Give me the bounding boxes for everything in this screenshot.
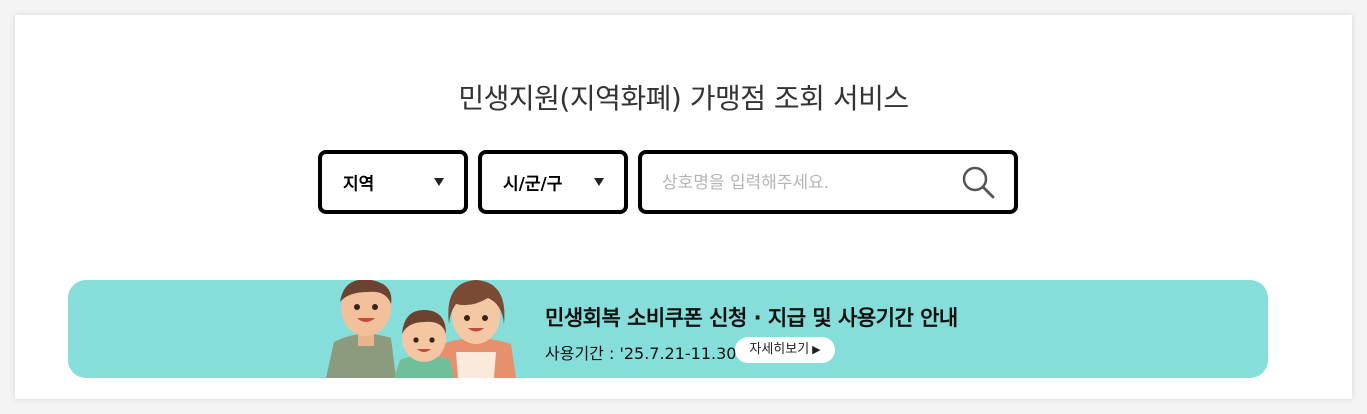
store-name-input[interactable] (660, 154, 944, 212)
page-title: 민생지원(지역화폐) 가맹점 조회 서비스 (458, 82, 909, 115)
search-card: 민생지원(지역화폐) 가맹점 조회 서비스 지역 시/군/구 상호명을 입력해주… (15, 15, 1352, 399)
district-select-value: 시/군/구 (503, 174, 563, 195)
region-select-value: 지역 (343, 174, 375, 195)
detail-button-label: 자세히보기 (749, 342, 810, 357)
family-illustration (326, 280, 516, 378)
triangle-down-icon (594, 178, 604, 186)
search-icon[interactable] (960, 164, 996, 200)
region-select[interactable]: 지역 (318, 150, 468, 214)
triangle-down-icon (434, 178, 444, 186)
detail-button[interactable]: 자세히보기 ▶ (735, 337, 835, 363)
district-select[interactable]: 시/군/구 (478, 150, 628, 214)
store-search-box (638, 150, 1018, 214)
banner-title: 민생회복 소비쿠폰 신청 · 지급 및 사용기간 안내 (545, 306, 958, 330)
coupon-banner[interactable]: 민생회복 소비쿠폰 신청 · 지급 및 사용기간 안내 사용기간 : '25.7… (68, 280, 1268, 378)
play-triangle-icon: ▶ (812, 343, 821, 356)
usage-period: 사용기간 : '25.7.21-11.30 (545, 344, 737, 363)
